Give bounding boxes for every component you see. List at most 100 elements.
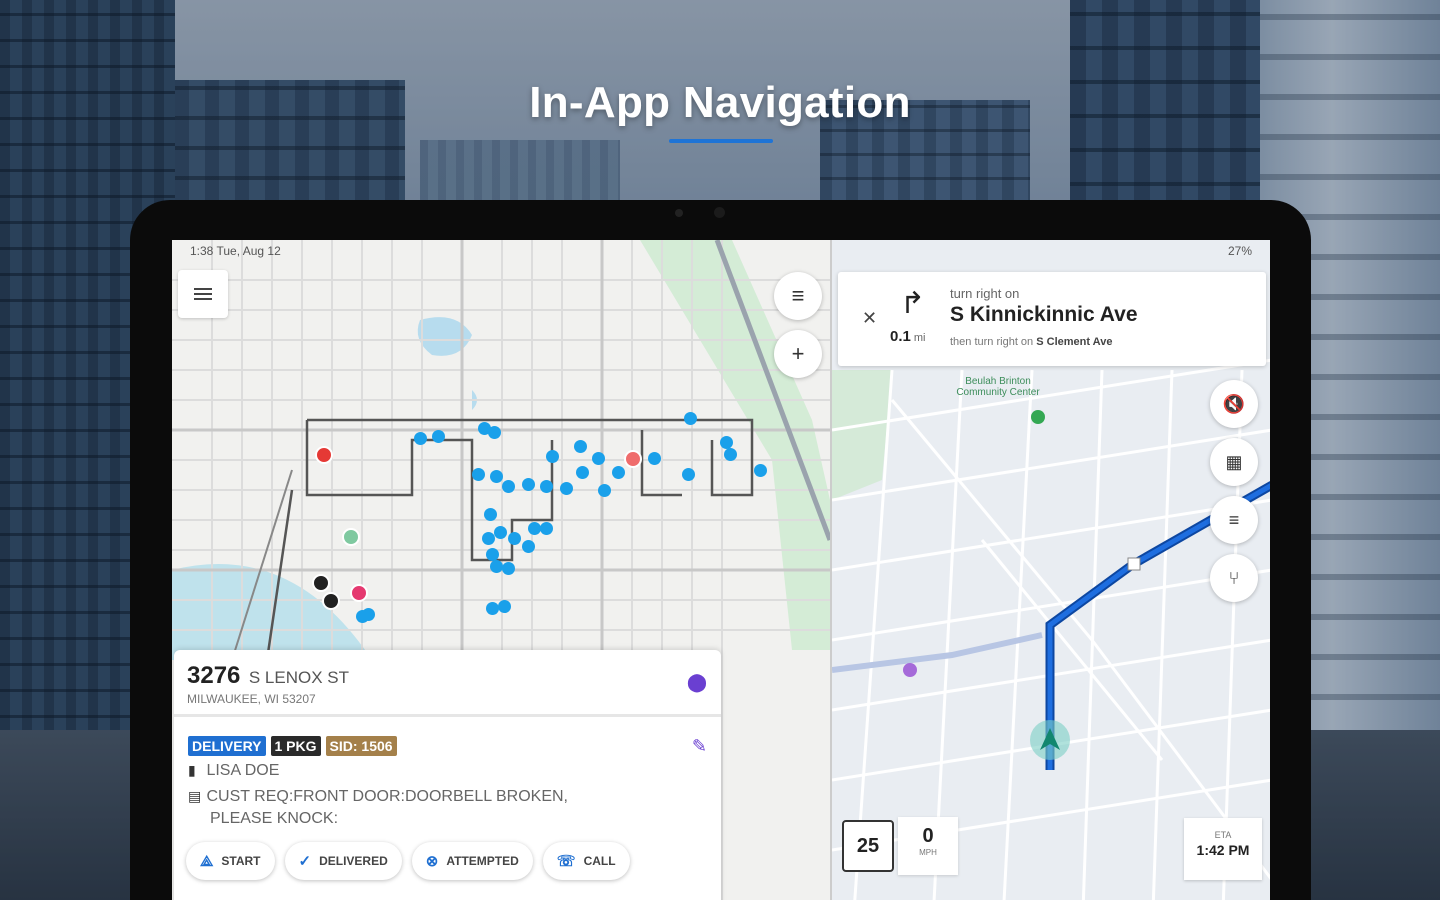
stop-marker[interactable] <box>682 468 695 481</box>
turn-instruction-card[interactable]: ✕ ↱ 0.1 mi turn right on S Kinnickinnic A… <box>838 272 1266 366</box>
mute-button[interactable]: 🔇 <box>1210 380 1258 428</box>
delivery-badge: DELIVERY <box>188 736 266 756</box>
delivered-button[interactable]: ✓ DELIVERED <box>284 842 402 880</box>
document-icon: ▮ <box>188 762 196 778</box>
fork-route-icon: ⑂ <box>1228 567 1240 588</box>
stop-marker[interactable] <box>490 560 503 573</box>
layers-button[interactable]: ≡ <box>774 272 822 320</box>
zoom-in-button[interactable]: + <box>774 330 822 378</box>
navigation-map[interactable]: Beulah Brinton Community Center ✕ ↱ 0.1 m… <box>830 240 1270 900</box>
stop-detail-card[interactable]: 3276 S LENOX ST MILWAUKEE, WI 53207 ⬤ DE… <box>174 650 721 900</box>
turn-street: S Kinnickinnic Ave <box>950 303 1138 326</box>
start-button[interactable]: ⟁ START <box>186 842 275 880</box>
route-options-button[interactable]: ⑂ <box>1210 554 1258 602</box>
stop-marker[interactable] <box>488 426 501 439</box>
attempted-button[interactable]: ⊗ ATTEMPTED <box>411 842 533 880</box>
stop-marker[interactable] <box>522 478 535 491</box>
customer-note-row: ▤ CUST REQ:FRONT DOOR:DOORBELL BROKEN, <box>188 788 568 806</box>
layers-icon: ≡ <box>791 283 805 308</box>
stop-marker[interactable] <box>592 452 605 465</box>
call-button[interactable]: ☏ CALL <box>542 842 630 880</box>
stop-actions: ⟁ START ✓ DELIVERED ⊗ ATTEMPTED ☏ CALL <box>186 842 630 880</box>
current-speed: 0 MPH <box>898 817 958 875</box>
stop-marker[interactable] <box>486 602 499 615</box>
stop-marker[interactable] <box>576 466 589 479</box>
triangle-marker[interactable] <box>342 528 360 546</box>
stop-badges: DELIVERY 1 PKG SID: 1506 <box>188 736 397 756</box>
customer-name-row: ▮ LISA DOE <box>188 762 279 780</box>
stop-marker[interactable] <box>498 600 511 613</box>
delivered-label: DELIVERED <box>319 854 388 868</box>
stop-marker[interactable] <box>472 468 485 481</box>
phone-icon: ☏ <box>556 853 576 870</box>
battery-status: 27% <box>1227 244 1252 258</box>
card-divider <box>174 714 721 717</box>
headline: In-App Navigation <box>529 78 911 127</box>
stop-marker[interactable] <box>754 464 767 477</box>
stop-marker[interactable] <box>484 508 497 521</box>
stop-marker[interactable] <box>502 562 515 575</box>
turn-distance: 0.1 mi <box>890 328 926 345</box>
stop-marker[interactable] <box>490 470 503 483</box>
stop-marker[interactable] <box>612 466 625 479</box>
edit-pencil-icon[interactable]: ✎ <box>692 736 707 757</box>
steps-list-button[interactable]: ≡ <box>1210 496 1258 544</box>
clipboard-icon: ▤ <box>188 788 202 804</box>
start-label: START <box>221 854 261 868</box>
headline-underline <box>669 139 773 143</box>
route-overview-map[interactable]: ≡ + 3276 S LENOX ST MILWAUKEE, WI 53207 … <box>172 240 830 900</box>
camera-dot <box>675 209 683 217</box>
instruction-text: turn right on <box>950 286 1020 301</box>
warning-triangle-marker[interactable] <box>624 450 642 468</box>
city-state-zip: MILWAUKEE, WI 53207 <box>187 692 316 706</box>
stop-marker[interactable] <box>684 412 697 425</box>
sid-badge: SID: 1506 <box>325 736 397 756</box>
stop-marker[interactable] <box>724 448 737 461</box>
tablet-device: 1:38 Tue, Aug 12 27% ≡ + 3276 S LENOX ST… <box>130 200 1311 900</box>
stop-marker[interactable] <box>574 440 587 453</box>
camera-lens <box>714 207 725 218</box>
stop-marker[interactable] <box>540 480 553 493</box>
speaker-mute-icon: 🔇 <box>1222 393 1246 414</box>
stop-marker[interactable] <box>560 482 573 495</box>
map-overview-icon: ▦ <box>1225 451 1243 472</box>
stop-marker[interactable] <box>362 608 375 621</box>
status-bar: 1:38 Tue, Aug 12 27% <box>172 240 1270 262</box>
house-number: 3276 <box>187 662 241 689</box>
stop-marker[interactable] <box>598 484 611 497</box>
stop-marker[interactable] <box>540 522 553 535</box>
attempted-label: ATTEMPTED <box>446 854 519 868</box>
speed-limit-sign: 25 <box>842 820 894 872</box>
stop-marker[interactable] <box>648 452 661 465</box>
cluster-marker[interactable] <box>322 592 340 610</box>
overview-button[interactable]: ▦ <box>1210 438 1258 486</box>
menu-button[interactable] <box>178 270 228 318</box>
stop-marker[interactable] <box>502 480 515 493</box>
cluster-marker[interactable] <box>312 574 330 592</box>
list-icon: ≡ <box>1228 509 1240 530</box>
stop-address: 3276 S LENOX ST <box>187 662 349 690</box>
stop-marker[interactable] <box>522 540 535 553</box>
navigate-arrow-icon: ⟁ <box>200 852 214 870</box>
current-stop-marker[interactable] <box>315 446 333 464</box>
street-name: S LENOX ST <box>248 668 349 687</box>
stop-marker[interactable] <box>508 532 521 545</box>
stop-marker[interactable] <box>414 432 427 445</box>
eta-display: ETA 1:42 PM <box>1184 818 1262 880</box>
status-time: 1:38 Tue, Aug 12 <box>190 244 281 258</box>
package-count-badge: 1 PKG <box>270 736 321 756</box>
customer-note-line1: CUST REQ:FRONT DOOR:DOORBELL BROKEN, <box>206 788 568 805</box>
customer-name: LISA DOE <box>206 762 280 779</box>
close-icon[interactable]: ✕ <box>862 308 877 329</box>
check-icon: ✓ <box>298 853 312 870</box>
stop-marker[interactable] <box>432 430 445 443</box>
stop-marker[interactable] <box>482 532 495 545</box>
next-instruction: then turn right on S Clement Ave <box>950 336 1113 348</box>
stop-marker[interactable] <box>546 450 559 463</box>
priority-marker[interactable] <box>350 584 368 602</box>
location-pin-icon[interactable]: ⬤ <box>687 672 707 693</box>
poi-label: Beulah Brinton Community Center <box>956 376 1040 398</box>
stop-marker[interactable] <box>494 526 507 539</box>
turn-right-icon: ↱ <box>900 287 926 320</box>
customer-note-line2: PLEASE KNOCK: <box>210 810 339 827</box>
